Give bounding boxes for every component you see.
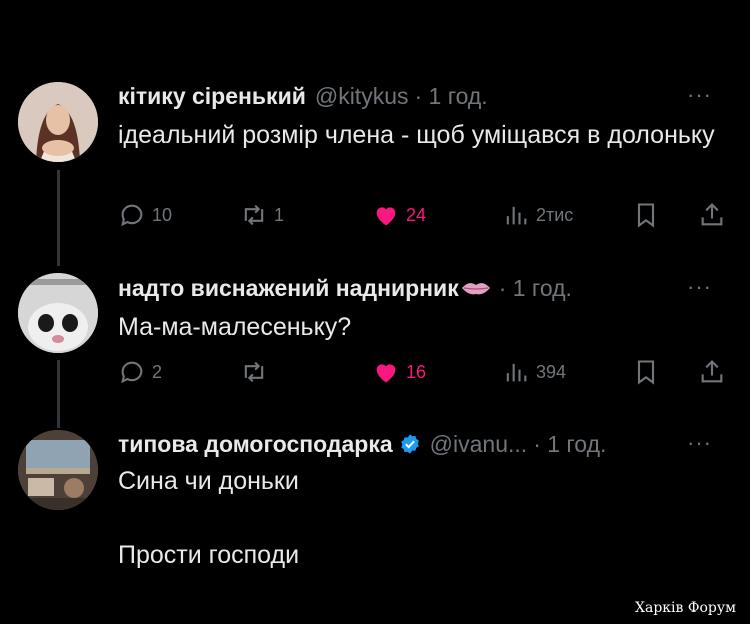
tweet-header: типова домогосподарка @ivanu... · 1 год.… [118, 428, 730, 460]
handle[interactable]: @kitykus [315, 83, 409, 110]
timestamp[interactable]: · 1 год. [533, 431, 606, 458]
share-icon [701, 360, 723, 383]
share-icon [701, 203, 723, 226]
timestamp[interactable]: · 1 год. [414, 83, 487, 110]
retweet-count: 1 [274, 204, 285, 225]
tweet-text: ідеальний розмір члена - щоб уміщався в … [118, 121, 715, 149]
views-icon [506, 206, 527, 225]
reply-icon [121, 204, 143, 227]
action-bar: 2 16 394 [118, 354, 728, 390]
bookmark-icon [637, 203, 655, 228]
like-button[interactable]: 24 [372, 197, 426, 233]
avatar[interactable] [18, 273, 98, 353]
views-count: 2тис [536, 204, 574, 225]
tweet-header: кітику сіренький @kitykus · 1 год. ··· [118, 80, 730, 112]
more-icon[interactable]: ··· [687, 274, 712, 300]
views-icon [506, 363, 527, 382]
share-button[interactable] [698, 354, 726, 390]
bookmark-button[interactable] [632, 354, 660, 390]
heart-icon [376, 207, 396, 226]
views-count: 394 [536, 361, 567, 382]
retweet-icon [244, 204, 264, 226]
tweet-text-line-1: Сина чи доньки [118, 467, 299, 495]
heart-icon [376, 364, 396, 383]
display-name[interactable]: кітику сіренький [118, 83, 306, 110]
like-button[interactable]: 16 [372, 354, 426, 390]
reply-button[interactable]: 10 [118, 197, 172, 233]
bookmark-button[interactable] [632, 197, 660, 233]
retweet-icon [244, 361, 264, 383]
tweet-text: Ма-ма-малесеньку? [118, 313, 352, 341]
views-button[interactable]: 394 [502, 354, 566, 390]
action-bar: 10 1 24 2тис [118, 197, 728, 233]
share-button[interactable] [698, 197, 726, 233]
reply-count: 2 [152, 361, 163, 382]
retweet-button[interactable]: 1 [240, 197, 284, 233]
portrait-photo-icon [18, 82, 98, 162]
reply-button[interactable]: 2 [118, 354, 162, 390]
tweet-text-line-2: Прости господи [118, 541, 300, 569]
lips-emoji-icon [461, 283, 490, 295]
handle[interactable]: @ivanu... [430, 431, 528, 458]
cat-photo-icon [18, 273, 98, 353]
avatar[interactable] [18, 82, 98, 162]
bookmark-icon [637, 360, 655, 385]
tweet-header: надто виснажений наднирник · 1 год. ··· [118, 272, 730, 304]
reply-count: 10 [152, 204, 173, 225]
watermark: Харків Форум [635, 600, 736, 616]
display-name[interactable]: типова домогосподарка [118, 431, 393, 458]
avatar[interactable] [18, 430, 98, 510]
verified-badge-icon [400, 434, 419, 454]
thread-line [57, 170, 60, 266]
more-icon[interactable]: ··· [687, 430, 712, 456]
views-button[interactable]: 2тис [502, 197, 573, 233]
timestamp[interactable]: · 1 год. [499, 275, 572, 302]
display-name[interactable]: надто виснажений наднирник [118, 275, 459, 302]
more-icon[interactable]: ··· [687, 82, 712, 108]
room-photo-icon [18, 430, 98, 510]
thread-line [57, 360, 60, 428]
like-count: 16 [406, 361, 427, 382]
like-count: 24 [406, 204, 427, 225]
retweet-button[interactable] [240, 354, 274, 390]
reply-icon [121, 361, 143, 384]
